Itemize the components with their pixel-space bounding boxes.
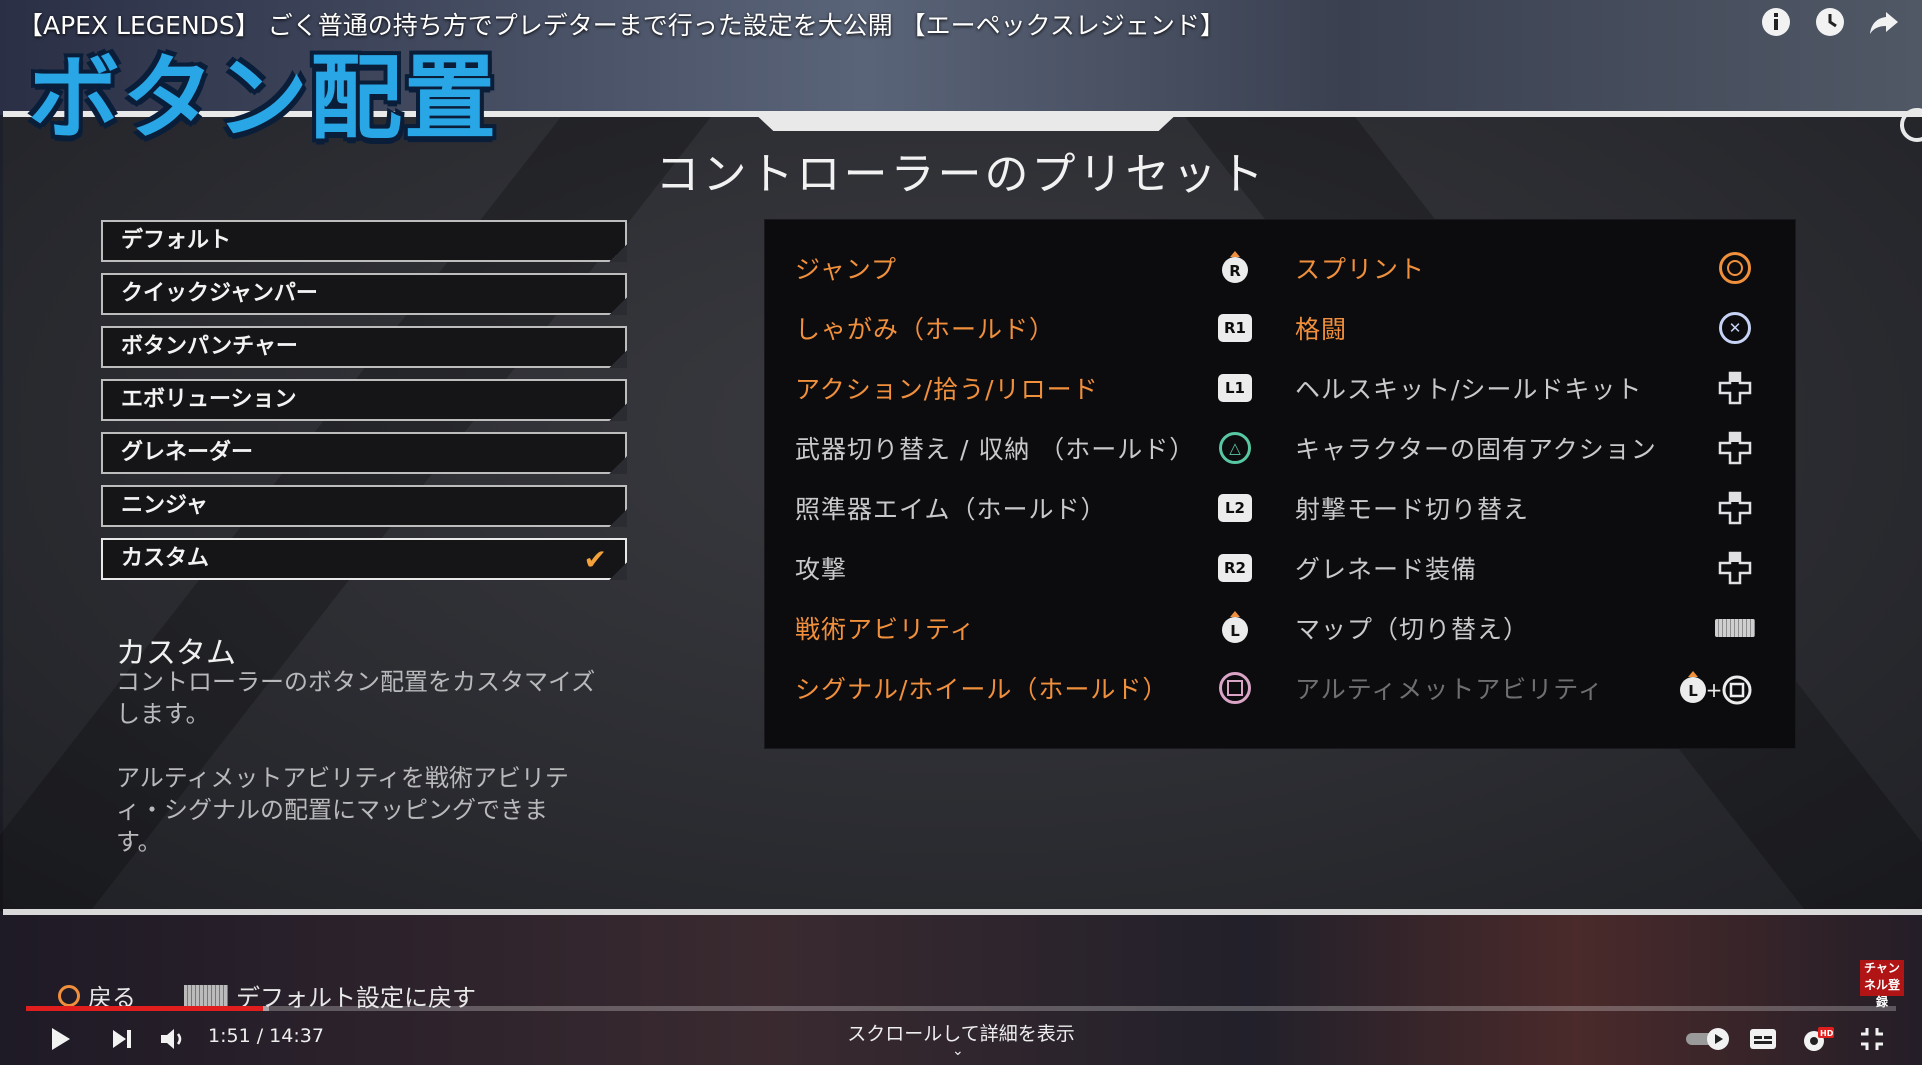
mapping-action-label: ジャンプ xyxy=(795,255,898,284)
triangle-button-icon: △ xyxy=(1215,428,1255,468)
touchpad-icon xyxy=(184,984,228,1007)
button-r2-icon: R2 xyxy=(1215,548,1255,588)
mapping-row[interactable]: キャラクターの固有アクション xyxy=(1295,418,1657,478)
left-stick-plus-square-icon: L + xyxy=(1675,668,1755,708)
preset-item-default[interactable]: デフォルト xyxy=(101,220,627,262)
watch-later-icon[interactable] xyxy=(1814,6,1846,38)
preset-label: カスタム xyxy=(121,546,210,571)
description-text: コントローラーのボタン配置をカスタマイズします。 xyxy=(116,668,596,728)
top-actions xyxy=(1760,6,1900,38)
dpad-icon xyxy=(1715,428,1755,468)
mapping-row[interactable]: 射撃モード切り替え xyxy=(1295,478,1529,538)
description-text-ultimate: アルティメットアビリティを戦術アビリティ・シグナルの配置にマッピングできます。 xyxy=(116,764,569,856)
preset-list: デフォルト クイックジャンパー ボタンパンチャー エボリューション グレネーダー… xyxy=(101,220,627,591)
square-button-icon xyxy=(1215,668,1255,708)
hd-badge: HD xyxy=(1820,1029,1834,1038)
dpad-icon xyxy=(1715,548,1755,588)
info-icon[interactable] xyxy=(1760,6,1792,38)
mapping-row[interactable]: 武器切り替え / 収納 （ホールド） xyxy=(795,418,1195,478)
panel-bottom-border xyxy=(3,909,1922,915)
mapping-action-label: スプリント xyxy=(1295,255,1426,284)
mapping-row[interactable]: 攻撃 xyxy=(795,538,847,598)
preset-title: コントローラーのプリセット xyxy=(655,149,1267,200)
touchpad-shape xyxy=(1715,619,1755,637)
left-stick-icon: L xyxy=(1215,608,1255,648)
circle-button-icon xyxy=(1715,248,1755,288)
mapping-action-label: しゃがみ（ホールド） xyxy=(795,315,1056,344)
mapping-row[interactable]: アクション/拾う/リロード xyxy=(795,358,1099,418)
preset-item-grenadier[interactable]: グレネーダー xyxy=(101,432,627,474)
button-mapping-table: ジャンプ R しゃがみ（ホールド） R1 アクション/拾う/リロード L1 武器切り替え /… xyxy=(765,220,1795,748)
right-stick-icon: R xyxy=(1215,248,1255,288)
mapping-action-label: 武器切り替え / 収納 （ホールド） xyxy=(795,435,1196,464)
mapping-row[interactable]: 格闘 xyxy=(1295,298,1347,358)
dpad-icon xyxy=(1715,368,1755,408)
mapping-row[interactable]: ジャンプ xyxy=(795,238,897,298)
mapping-action-label: グレネード装備 xyxy=(1295,555,1478,584)
channel-subscribe-badge[interactable]: チャンネル登録 xyxy=(1860,960,1904,1009)
preset-label: ニンジャ xyxy=(121,493,208,518)
mapping-action-label: アクション/拾う/リロード xyxy=(795,375,1099,404)
mapping-action-label: マップ（切り替え） xyxy=(1295,615,1530,644)
svg-text:+: + xyxy=(1706,678,1723,702)
cross-button-icon: ✕ xyxy=(1715,308,1755,348)
checkmark-icon: ✔ xyxy=(583,543,607,576)
panel-tab-notch xyxy=(752,111,1180,131)
mapping-action-label: 照準器エイム（ホールド） xyxy=(795,495,1107,524)
button-l2-icon: L2 xyxy=(1215,488,1255,528)
player-controls: 1:51 / 14:37 スクロールして詳細を表示 ⌄ HD xyxy=(0,1011,1922,1065)
mapping-row[interactable]: ヘルスキット/シールドキット xyxy=(1295,358,1642,418)
preset-label: エボリューション xyxy=(121,387,297,412)
button-glyph-label: ✕ xyxy=(1719,312,1751,344)
touchpad-icon xyxy=(1715,608,1755,648)
circle-button-icon xyxy=(58,984,80,1007)
mapping-action-label: 戦術アビリティ xyxy=(795,615,976,644)
dpad-icon xyxy=(1715,488,1755,528)
preset-label: グレネーダー xyxy=(121,440,254,465)
chevron-down-icon: ⌄ xyxy=(952,1043,964,1059)
mapping-row[interactable]: グレネード装備 xyxy=(1295,538,1477,598)
settings-gear-icon[interactable]: HD xyxy=(1800,1025,1834,1053)
autoplay-toggle[interactable] xyxy=(1684,1025,1734,1053)
preset-label: クイックジャンパー xyxy=(121,281,318,306)
preset-label: デフォルト xyxy=(121,228,232,253)
svg-text:L: L xyxy=(1230,622,1240,640)
mapping-row[interactable]: シグナル/ホイール（ホールド） xyxy=(795,658,1168,718)
mapping-action-label: シグナル/ホイール（ホールド） xyxy=(795,675,1169,704)
button-r1-icon: R1 xyxy=(1215,308,1255,348)
mapping-row[interactable]: スプリント xyxy=(1295,238,1425,298)
video-player[interactable]: 【APEX LEGENDS】 ごく普通の持ち方でプレデターまで行った設定を大公開… xyxy=(0,0,1922,1065)
button-glyph-label: R2 xyxy=(1218,554,1252,582)
mapping-action-label: 射撃モード切り替え xyxy=(1295,495,1530,524)
share-icon[interactable] xyxy=(1868,6,1900,38)
subtitles-icon[interactable] xyxy=(1748,1025,1780,1053)
mapping-action-label: キャラクターの固有アクション xyxy=(1295,435,1657,464)
scroll-hint[interactable]: スクロールして詳細を表示 xyxy=(0,1019,1922,1046)
preset-item-custom[interactable]: カスタム ✔ xyxy=(101,538,627,580)
preset-label: ボタンパンチャー xyxy=(121,334,298,359)
mapping-row[interactable]: しゃがみ（ホールド） xyxy=(795,298,1055,358)
preset-item-evolution[interactable]: エボリューション xyxy=(101,379,627,421)
preset-item-button-puncher[interactable]: ボタンパンチャー xyxy=(101,326,627,368)
button-glyph-label xyxy=(1719,252,1751,284)
mapping-row[interactable]: 照準器エイム（ホールド） xyxy=(795,478,1107,538)
fullscreen-exit-icon[interactable] xyxy=(1858,1025,1890,1053)
button-glyph-label xyxy=(1219,672,1251,704)
button-glyph-label: L1 xyxy=(1218,374,1252,402)
mapping-action-label: アルティメットアビリティ xyxy=(1295,675,1604,704)
preset-item-ninja[interactable]: ニンジャ xyxy=(101,485,627,527)
mapping-row[interactable]: 戦術アビリティ xyxy=(795,598,976,658)
mapping-action-label: 攻撃 xyxy=(795,555,848,584)
preset-item-quick-jumper[interactable]: クイックジャンパー xyxy=(101,273,627,315)
mapping-action-label: ヘルスキット/シールドキット xyxy=(1295,375,1643,404)
svg-text:L: L xyxy=(1688,682,1698,700)
mapping-row[interactable]: アルティメットアビリティ xyxy=(1295,658,1604,718)
button-glyph-label: L2 xyxy=(1218,494,1252,522)
button-glyph-label: R1 xyxy=(1218,314,1252,342)
mapping-action-label: 格闘 xyxy=(1295,315,1348,344)
mapping-row[interactable]: マップ（切り替え） xyxy=(1295,598,1529,658)
button-glyph-label: △ xyxy=(1219,432,1251,464)
svg-text:R: R xyxy=(1229,262,1241,280)
button-l1-icon: L1 xyxy=(1215,368,1255,408)
